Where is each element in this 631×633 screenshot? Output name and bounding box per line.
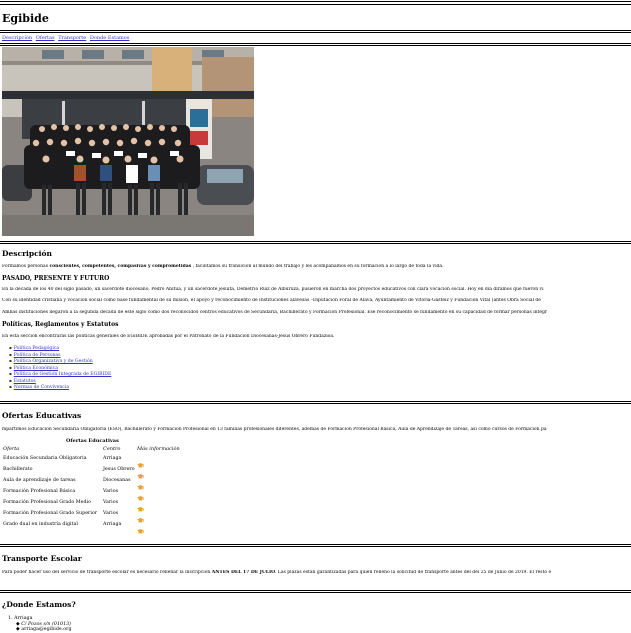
graduation-cap-icon[interactable]: [137, 476, 144, 490]
ofertas-table-caption: Ofertas Educativas: [66, 438, 119, 444]
column-header-centro: Centro: [103, 446, 121, 452]
section-rule-2: [0, 592, 631, 593]
graduation-cap-icon[interactable]: [137, 498, 144, 512]
policies-text: En esta sección encontrarás las política…: [2, 334, 335, 339]
table-row-centro: Varios: [103, 511, 119, 516]
table-row-oferta: Grado dual en industria digital: [3, 522, 78, 527]
table-row-centro: Arriaga: [103, 456, 122, 461]
nav-link-descripcion[interactable]: Descripción: [2, 35, 32, 41]
section-rule: [0, 544, 631, 545]
transporte-heading: Transporte Escolar: [2, 554, 82, 563]
history-heading: PASADO, PRESENTE Y FUTURO: [2, 275, 110, 282]
section-rule: [0, 590, 631, 591]
nav-rule-2: [0, 45, 631, 46]
table-row-centro: Diocesanas: [103, 478, 131, 483]
nav-link-donde-estamos[interactable]: Donde Estamos: [90, 35, 130, 41]
table-row-centro: Varios: [103, 500, 119, 505]
column-header-info: Más información: [137, 446, 180, 452]
location-number: 1.: [8, 616, 13, 621]
locations-list: 1. Arriaga ◆ C/ Pozos s/n (01013) ◆ arri…: [8, 616, 72, 633]
section-rule: [0, 241, 631, 242]
table-row-oferta: Formación Profesional Grado Medio: [3, 500, 92, 505]
policy-link-personas[interactable]: Política de Personas: [14, 353, 61, 358]
history-paragraph-1: En la década de los 40 del siglo pasado,…: [2, 287, 544, 292]
policies-heading: Políticas, Reglamentos y Estatutos: [2, 321, 119, 328]
section-rule-2: [0, 243, 631, 244]
top-rule-2: [0, 4, 631, 5]
policy-link-pedagogica[interactable]: Política Pedagógica: [14, 346, 59, 351]
section-rule-2: [0, 546, 631, 547]
ofertas-heading: Ofertas Educativas: [2, 411, 82, 420]
section-rule-2: [0, 403, 631, 404]
ofertas-intro: mpartimos Educación Secundaria Obligator…: [2, 427, 547, 432]
table-row-centro: Jesus Obrero: [103, 467, 135, 472]
nav-rule: [0, 43, 631, 44]
graduation-cap-icon[interactable]: [137, 509, 144, 523]
location-name: Arriaga: [14, 616, 33, 621]
policy-link-estatutos[interactable]: Estatutos: [14, 379, 36, 384]
header-rule: [0, 30, 631, 31]
donde-heading: ¿Donde Estamos?: [2, 600, 76, 609]
section-rule: [0, 401, 631, 402]
site-title: Egibide: [2, 12, 49, 25]
list-item: Política de Gestión Integrada de EGIBIDE: [9, 371, 112, 378]
top-rule: [0, 1, 631, 2]
history-paragraph-2: Con su identidad cristiana y vocación so…: [2, 298, 541, 303]
graduation-cap-icon[interactable]: [137, 454, 144, 468]
column-header-oferta: Oferta: [3, 446, 20, 452]
list-item: Normas de Convivencia: [9, 384, 111, 391]
graduation-cap-icon[interactable]: [137, 465, 144, 479]
table-row-centro: Varios: [103, 489, 119, 494]
nav-link-ofertas[interactable]: Ofertas: [36, 35, 55, 41]
descripcion-heading: Descripción: [2, 249, 52, 258]
header-rule-2: [0, 32, 631, 33]
main-nav: Descripción Ofertas Transporte Donde Est…: [2, 35, 131, 41]
table-row-oferta: Formación Profesional Básica: [3, 489, 76, 494]
table-row-centro: Arriaga: [103, 522, 122, 527]
history-paragraph-3: Ambas instituciones llegaron a la segund…: [2, 310, 548, 315]
list-item: 1. Arriaga ◆ C/ Pozos s/n (01013) ◆ arri…: [8, 616, 72, 633]
policy-link-organizativa[interactable]: Política Organizativa y de Gestión: [14, 359, 93, 364]
group-photo: [2, 47, 254, 236]
nav-link-transporte[interactable]: Transporte: [58, 35, 86, 41]
transporte-text: Para poder hacer uso del servicio de tra…: [2, 570, 552, 575]
policy-link-convivencia[interactable]: Normas de Convivencia: [14, 385, 69, 390]
policy-link-gestion-integrada[interactable]: Política de Gestión Integrada de EGIBIDE: [14, 372, 112, 377]
policy-link-economica[interactable]: Política Económica: [14, 366, 58, 371]
table-row-oferta: Aula de aprendizaje de tareas: [3, 478, 76, 483]
table-row-oferta: Educación Secundaria Obligatoria: [3, 456, 87, 461]
graduation-cap-icon[interactable]: [137, 520, 144, 534]
policy-links-list: Política Pedagógica Política de Personas…: [9, 345, 112, 391]
table-row-oferta: Bachillerato: [3, 467, 33, 472]
table-row-oferta: Formación Profesional Grado Superior: [3, 511, 98, 516]
graduation-cap-icon[interactable]: [137, 487, 144, 501]
descripcion-intro: Formamos personas conscientes, competent…: [2, 264, 444, 269]
